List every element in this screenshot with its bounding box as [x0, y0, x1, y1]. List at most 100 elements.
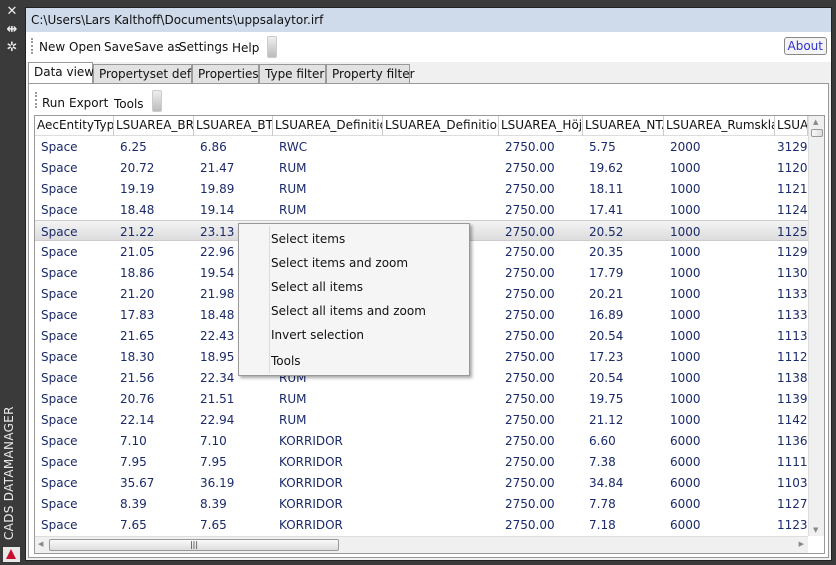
table-cell: Space [41, 392, 78, 406]
table-cell: 20.76 [120, 392, 155, 406]
tab-data-view[interactable]: Data view [28, 62, 94, 84]
table-cell: 18.30 [120, 350, 155, 364]
table-cell: 18.86 [120, 266, 155, 280]
tab-propertyset-def[interactable]: Propertyset def [93, 64, 192, 84]
export-button[interactable]: Export [69, 96, 108, 110]
table-cell: Space [41, 497, 78, 511]
menu-save-as[interactable]: Save as [134, 40, 181, 54]
scroll-left-icon[interactable]: ◀ [38, 540, 43, 548]
tab-type-filter[interactable]: Type filter [259, 64, 326, 84]
close-icon[interactable]: ✕ [5, 5, 19, 19]
vertical-scroll-thumb[interactable] [811, 129, 823, 137]
table-cell: Space [41, 266, 78, 280]
table-cell: RUM [279, 203, 307, 217]
table-cell: 22.14 [120, 413, 155, 427]
table-row[interactable]: Space 35.67 36.19 KORRIDOR 2750.00 34.84 6000 1… [35, 472, 808, 493]
context-menu-item[interactable]: Select items [271, 232, 345, 246]
table-cell: Space [41, 203, 78, 217]
table-cell: 20.35 [589, 245, 624, 259]
grid-header: AecEntityType LSUAREA_BRA LSUAREA_BTA LSUAR… [35, 116, 810, 136]
table-cell: Space [41, 245, 78, 259]
column-header[interactable]: LSUAREA_Definition2 [383, 116, 499, 136]
settings-icon[interactable]: ✲ [5, 41, 19, 55]
column-header[interactable]: AecEntityType [35, 116, 114, 136]
table-cell: 1130 [777, 266, 808, 280]
table-cell: 36.19 [200, 476, 235, 490]
table-cell: 19.19 [120, 182, 155, 196]
table-row[interactable]: Space 18.48 19.14 RUM 2750.00 17.41 1000 1124 [35, 199, 808, 220]
column-header[interactable]: LSUAREA_BTA [194, 116, 273, 136]
column-header[interactable]: LSUAREA_BRA [114, 116, 194, 136]
table-cell: Space [41, 371, 78, 385]
menu-open[interactable]: Open [69, 40, 101, 54]
table-cell: 1113 [777, 329, 808, 343]
pin-icon[interactable]: ⇹ [5, 23, 19, 37]
context-menu-item[interactable]: Tools [271, 354, 301, 368]
about-button[interactable]: About [783, 37, 827, 55]
table-row[interactable]: Space 7.10 7.10 KORRIDOR 2750.00 6.60 6000 1136 [35, 430, 808, 451]
table-cell: Space [41, 225, 78, 239]
table-cell: 20.54 [589, 329, 624, 343]
window-title: C:\Users\Lars Kalthoff\Documents\uppsala… [26, 8, 831, 32]
menu-new[interactable]: New [39, 40, 65, 54]
tools-button[interactable]: Tools [114, 97, 144, 111]
table-cell: 1000 [670, 392, 701, 406]
table-row[interactable]: Space 22.14 22.94 RUM 2750.00 21.12 1000 1142 [35, 409, 808, 430]
table-cell: KORRIDOR [279, 518, 343, 532]
toolbar-overflow-button[interactable] [152, 90, 162, 112]
table-cell: RWC [279, 140, 308, 154]
toolbar-grip[interactable] [35, 92, 37, 108]
toolbar-overflow-button[interactable] [267, 36, 277, 58]
table-row[interactable]: Space 6.25 6.86 RWC 2750.00 5.75 2000 3129 [35, 136, 808, 157]
menu-help[interactable]: Help [232, 41, 259, 55]
table-cell: 20.21 [589, 287, 624, 301]
table-row[interactable]: Space 19.19 19.89 RUM 2750.00 18.11 1000 1121 [35, 178, 808, 199]
context-menu-item[interactable]: Select all items and zoom [271, 304, 426, 318]
table-cell: 18.48 [120, 203, 155, 217]
table-cell: RUM [279, 392, 307, 406]
table-cell: 1103 [777, 476, 808, 490]
table-cell: 1136 [777, 434, 808, 448]
table-row[interactable]: Space 7.65 7.65 KORRIDOR 2750.00 7.18 6000 1123 [35, 514, 808, 535]
context-menu-item[interactable]: Invert selection [271, 328, 364, 342]
column-header[interactable]: LSUAREA_Höjd [499, 116, 583, 136]
toolbar-grip[interactable] [31, 38, 33, 54]
table-cell: 1000 [670, 266, 701, 280]
scroll-right-icon[interactable]: ▶ [799, 540, 804, 548]
vertical-scrollbar[interactable]: ▲ ▼ [808, 116, 824, 536]
table-cell: 1111 [777, 455, 808, 469]
table-cell: RUM [279, 161, 307, 175]
menu-save[interactable]: Save [104, 40, 133, 54]
table-row[interactable]: Space 20.72 21.47 RUM 2750.00 19.62 1000 1120 [35, 157, 808, 178]
scroll-up-icon[interactable]: ▲ [813, 118, 818, 126]
table-cell: 18.11 [589, 182, 624, 196]
table-cell: 6000 [670, 497, 701, 511]
column-header[interactable]: LSUAR [775, 116, 808, 136]
table-row[interactable]: Space 8.39 8.39 KORRIDOR 2750.00 7.78 6000 1127 [35, 493, 808, 514]
context-menu-item[interactable]: Select all items [271, 280, 363, 294]
horizontal-scroll-thumb[interactable]: ||| [49, 539, 339, 551]
table-cell: 2750.00 [505, 329, 555, 343]
table-cell: 17.41 [589, 203, 624, 217]
table-cell: 21.56 [120, 371, 155, 385]
table-row[interactable]: Space 20.76 21.51 RUM 2750.00 19.75 1000 1139 [35, 388, 808, 409]
column-header[interactable]: LSUAREA_NTA [583, 116, 664, 136]
table-cell: 1142 [777, 413, 808, 427]
table-row[interactable]: Space 7.95 7.95 KORRIDOR 2750.00 7.38 6000 1111 [35, 451, 808, 472]
tab-properties[interactable]: Properties [192, 64, 259, 84]
horizontal-scrollbar[interactable]: ◀ ||| ▶ [35, 536, 808, 553]
column-header[interactable]: LSUAREA_Definition [273, 116, 383, 136]
table-cell: 1000 [670, 413, 701, 427]
column-header[interactable]: LSUAREA_Rumsklass [664, 116, 775, 136]
context-menu-item[interactable]: Select items and zoom [271, 256, 408, 270]
table-cell: 2750.00 [505, 308, 555, 322]
table-cell: 6.25 [120, 140, 147, 154]
table-cell: 2750.00 [505, 434, 555, 448]
menu-settings[interactable]: Settings [179, 40, 228, 54]
table-cell: 2750.00 [505, 392, 555, 406]
table-cell: 7.95 [120, 455, 147, 469]
scroll-down-icon[interactable]: ▼ [813, 526, 818, 534]
tab-property-filter[interactable]: Property filter [326, 64, 415, 84]
table-cell: 6.60 [589, 434, 616, 448]
run-button[interactable]: Run [42, 96, 65, 110]
